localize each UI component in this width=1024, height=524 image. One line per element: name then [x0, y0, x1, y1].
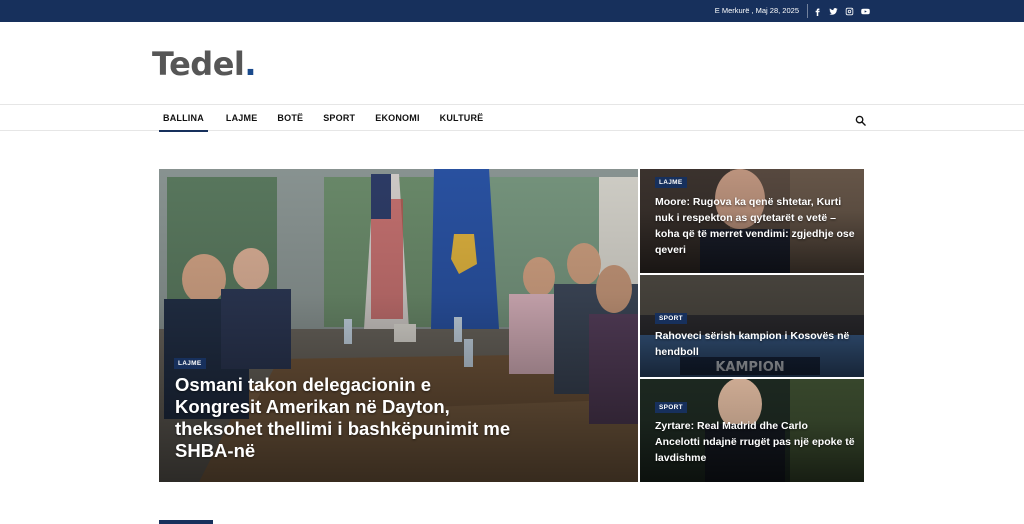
top-bar: E Merkurë , Maj 28, 2025: [0, 0, 1024, 22]
image-overlay: [640, 275, 864, 377]
category-badge[interactable]: LAJME: [655, 177, 687, 188]
section-tab-indicator: [159, 520, 213, 524]
divider: [807, 4, 808, 18]
featured-side-article-3[interactable]: SPORT Zyrtare: Real Madrid dhe Carlo Anc…: [640, 379, 864, 482]
nav-item-ekonomi[interactable]: EKONOMI: [375, 105, 419, 131]
nav-item-bote[interactable]: BOTË: [277, 105, 303, 131]
featured-main-title[interactable]: Osmani takon delegacionin e Kongresit Am…: [175, 374, 515, 462]
nav-item-kulture[interactable]: KULTURË: [440, 105, 484, 131]
logo-text: Tedel: [152, 45, 245, 83]
search-icon[interactable]: [855, 113, 866, 126]
nav-item-sport[interactable]: SPORT: [323, 105, 355, 131]
featured-side-title-2[interactable]: Rahoveci sërish kampion i Kosovës në hen…: [655, 328, 855, 360]
category-badge[interactable]: SPORT: [655, 313, 687, 324]
facebook-icon[interactable]: [812, 6, 822, 16]
current-date: E Merkurë , Maj 28, 2025: [714, 6, 799, 15]
site-logo[interactable]: Tedel.: [152, 45, 257, 83]
featured-side-title-3[interactable]: Zyrtare: Real Madrid dhe Carlo Ancelotti…: [655, 418, 855, 466]
main-nav: BALLINA LAJME BOTË SPORT EKONOMI KULTURË: [0, 104, 1024, 132]
featured-main-article[interactable]: LAJME Osmani takon delegacionin e Kongre…: [159, 169, 638, 482]
nav-item-ballina[interactable]: BALLINA: [159, 105, 208, 132]
youtube-icon[interactable]: [860, 6, 870, 16]
instagram-icon[interactable]: [844, 6, 854, 16]
logo-dot: .: [244, 45, 257, 83]
category-badge[interactable]: SPORT: [655, 402, 687, 413]
featured-side-article-1[interactable]: LAJME Moore: Rugova ka qenë shtetar, Kur…: [640, 169, 864, 273]
nav-item-lajme[interactable]: LAJME: [226, 105, 258, 131]
category-badge[interactable]: LAJME: [174, 358, 206, 369]
social-links: [812, 0, 870, 22]
featured-side-article-2[interactable]: KAMPION SPORT Rahoveci sërish kampion i …: [640, 275, 864, 377]
featured-side-title-1[interactable]: Moore: Rugova ka qenë shtetar, Kurti nuk…: [655, 194, 855, 258]
twitter-icon[interactable]: [828, 6, 838, 16]
